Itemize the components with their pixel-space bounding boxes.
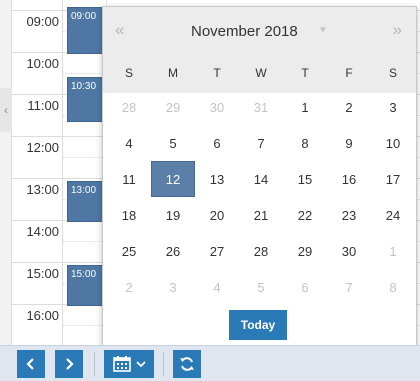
previous-button[interactable] (17, 350, 45, 378)
calendar-day[interactable]: 7 (239, 125, 283, 161)
event-block[interactable]: 09:00 (67, 7, 105, 54)
calendar-day: 28 (121, 99, 137, 115)
calendar-day: 8 (389, 279, 397, 295)
calendar-day[interactable]: 11 (107, 161, 151, 197)
calendar-day: 1 (389, 243, 397, 259)
date-picker-button[interactable] (104, 350, 154, 378)
time-label: 16:00 (26, 308, 59, 323)
calendar-day[interactable]: 28 (239, 233, 283, 269)
weekday-header-row: SMTWTFS (103, 57, 416, 93)
weekday-label: W (255, 66, 267, 80)
double-chevron-left-icon[interactable]: « (115, 20, 124, 40)
calendar-day[interactable]: 9 (327, 125, 371, 161)
calendar-day[interactable]: 4 (107, 125, 151, 161)
calendar-day[interactable]: 19 (151, 197, 195, 233)
calendar-day: 2 (125, 279, 133, 295)
calendar-day[interactable]: 21 (239, 197, 283, 233)
toolbar-divider (94, 352, 95, 376)
time-label: 14:00 (26, 224, 59, 239)
calendar-day: 3 (169, 279, 177, 295)
today-button[interactable]: Today (229, 310, 287, 340)
month-title[interactable]: November 2018 (191, 23, 298, 40)
time-label: 13:00 (26, 182, 59, 197)
calendar-day[interactable]: 1 (283, 89, 327, 125)
event-block[interactable]: 13:00 (67, 181, 105, 222)
calendar-day[interactable]: 18 (107, 197, 151, 233)
calendar-day[interactable]: 29 (283, 233, 327, 269)
calendar-day[interactable]: 13 (195, 161, 239, 197)
calendar-header: « November 2018 ▼ » (103, 7, 416, 57)
calendar-day: 5 (257, 279, 265, 295)
calendar-day[interactable]: 20 (195, 197, 239, 233)
chevron-right-icon (66, 358, 74, 370)
next-button[interactable] (55, 350, 83, 378)
bottom-toolbar (0, 345, 420, 381)
calendar-day[interactable]: 15 (283, 161, 327, 197)
toolbar-divider (163, 352, 164, 376)
time-label: 15:00 (26, 266, 59, 281)
calendar-day[interactable]: 17 (371, 161, 415, 197)
chevron-left-icon (26, 358, 34, 370)
double-chevron-right-icon[interactable]: » (393, 20, 402, 40)
time-label: 11:00 (27, 98, 59, 113)
calendar-day[interactable]: 8 (283, 125, 327, 161)
calendar-day[interactable]: 12 (151, 161, 195, 197)
calendar-day: 31 (253, 99, 269, 115)
weekday-label: T (301, 66, 309, 80)
refresh-button[interactable] (173, 350, 201, 378)
left-strip (0, 0, 12, 345)
time-label: 10:00 (26, 56, 59, 71)
calendar-day[interactable]: 14 (239, 161, 283, 197)
event-block[interactable]: 15:00 (67, 265, 105, 306)
calendar-day[interactable]: 3 (371, 89, 415, 125)
calendar-day[interactable]: 10 (371, 125, 415, 161)
calendar-day[interactable]: 27 (195, 233, 239, 269)
weekday-label: M (168, 66, 178, 80)
weekday-label: F (345, 66, 353, 80)
collapse-arrow-icon[interactable]: ‹ (0, 88, 12, 132)
time-label: 09:00 (26, 14, 59, 29)
weekday-label: S (124, 66, 133, 80)
date-picker-popup: « November 2018 ▼ » SMTWTFS 28 29 30 31 1 2 3 4… (102, 6, 417, 346)
calendar-day[interactable]: 23 (327, 197, 371, 233)
time-label: 12:00 (26, 140, 59, 155)
calendar-day[interactable]: 30 (327, 233, 371, 269)
calendar-day: 29 (165, 99, 181, 115)
calendar-day: 30 (209, 99, 225, 115)
event-block[interactable]: 10:30 (67, 77, 105, 122)
calendar-day[interactable]: 2 (327, 89, 371, 125)
refresh-icon (180, 357, 194, 371)
chevron-down-icon (135, 361, 146, 368)
calendar-day[interactable]: 25 (107, 233, 151, 269)
calendar-day[interactable]: 26 (151, 233, 195, 269)
calendar-icon (112, 356, 131, 372)
weekday-label: T (213, 66, 221, 80)
chevron-down-icon[interactable]: ▼ (318, 25, 328, 36)
calendar-day[interactable]: 16 (327, 161, 371, 197)
calendar-day: 7 (345, 279, 353, 295)
calendar-day: 4 (213, 279, 221, 295)
calendar-day[interactable]: 24 (371, 197, 415, 233)
weekday-label: S (388, 66, 397, 80)
calendar-day[interactable]: 6 (195, 125, 239, 161)
calendar-day[interactable]: 5 (151, 125, 195, 161)
calendar-day[interactable]: 22 (283, 197, 327, 233)
calendar-day: 6 (301, 279, 309, 295)
